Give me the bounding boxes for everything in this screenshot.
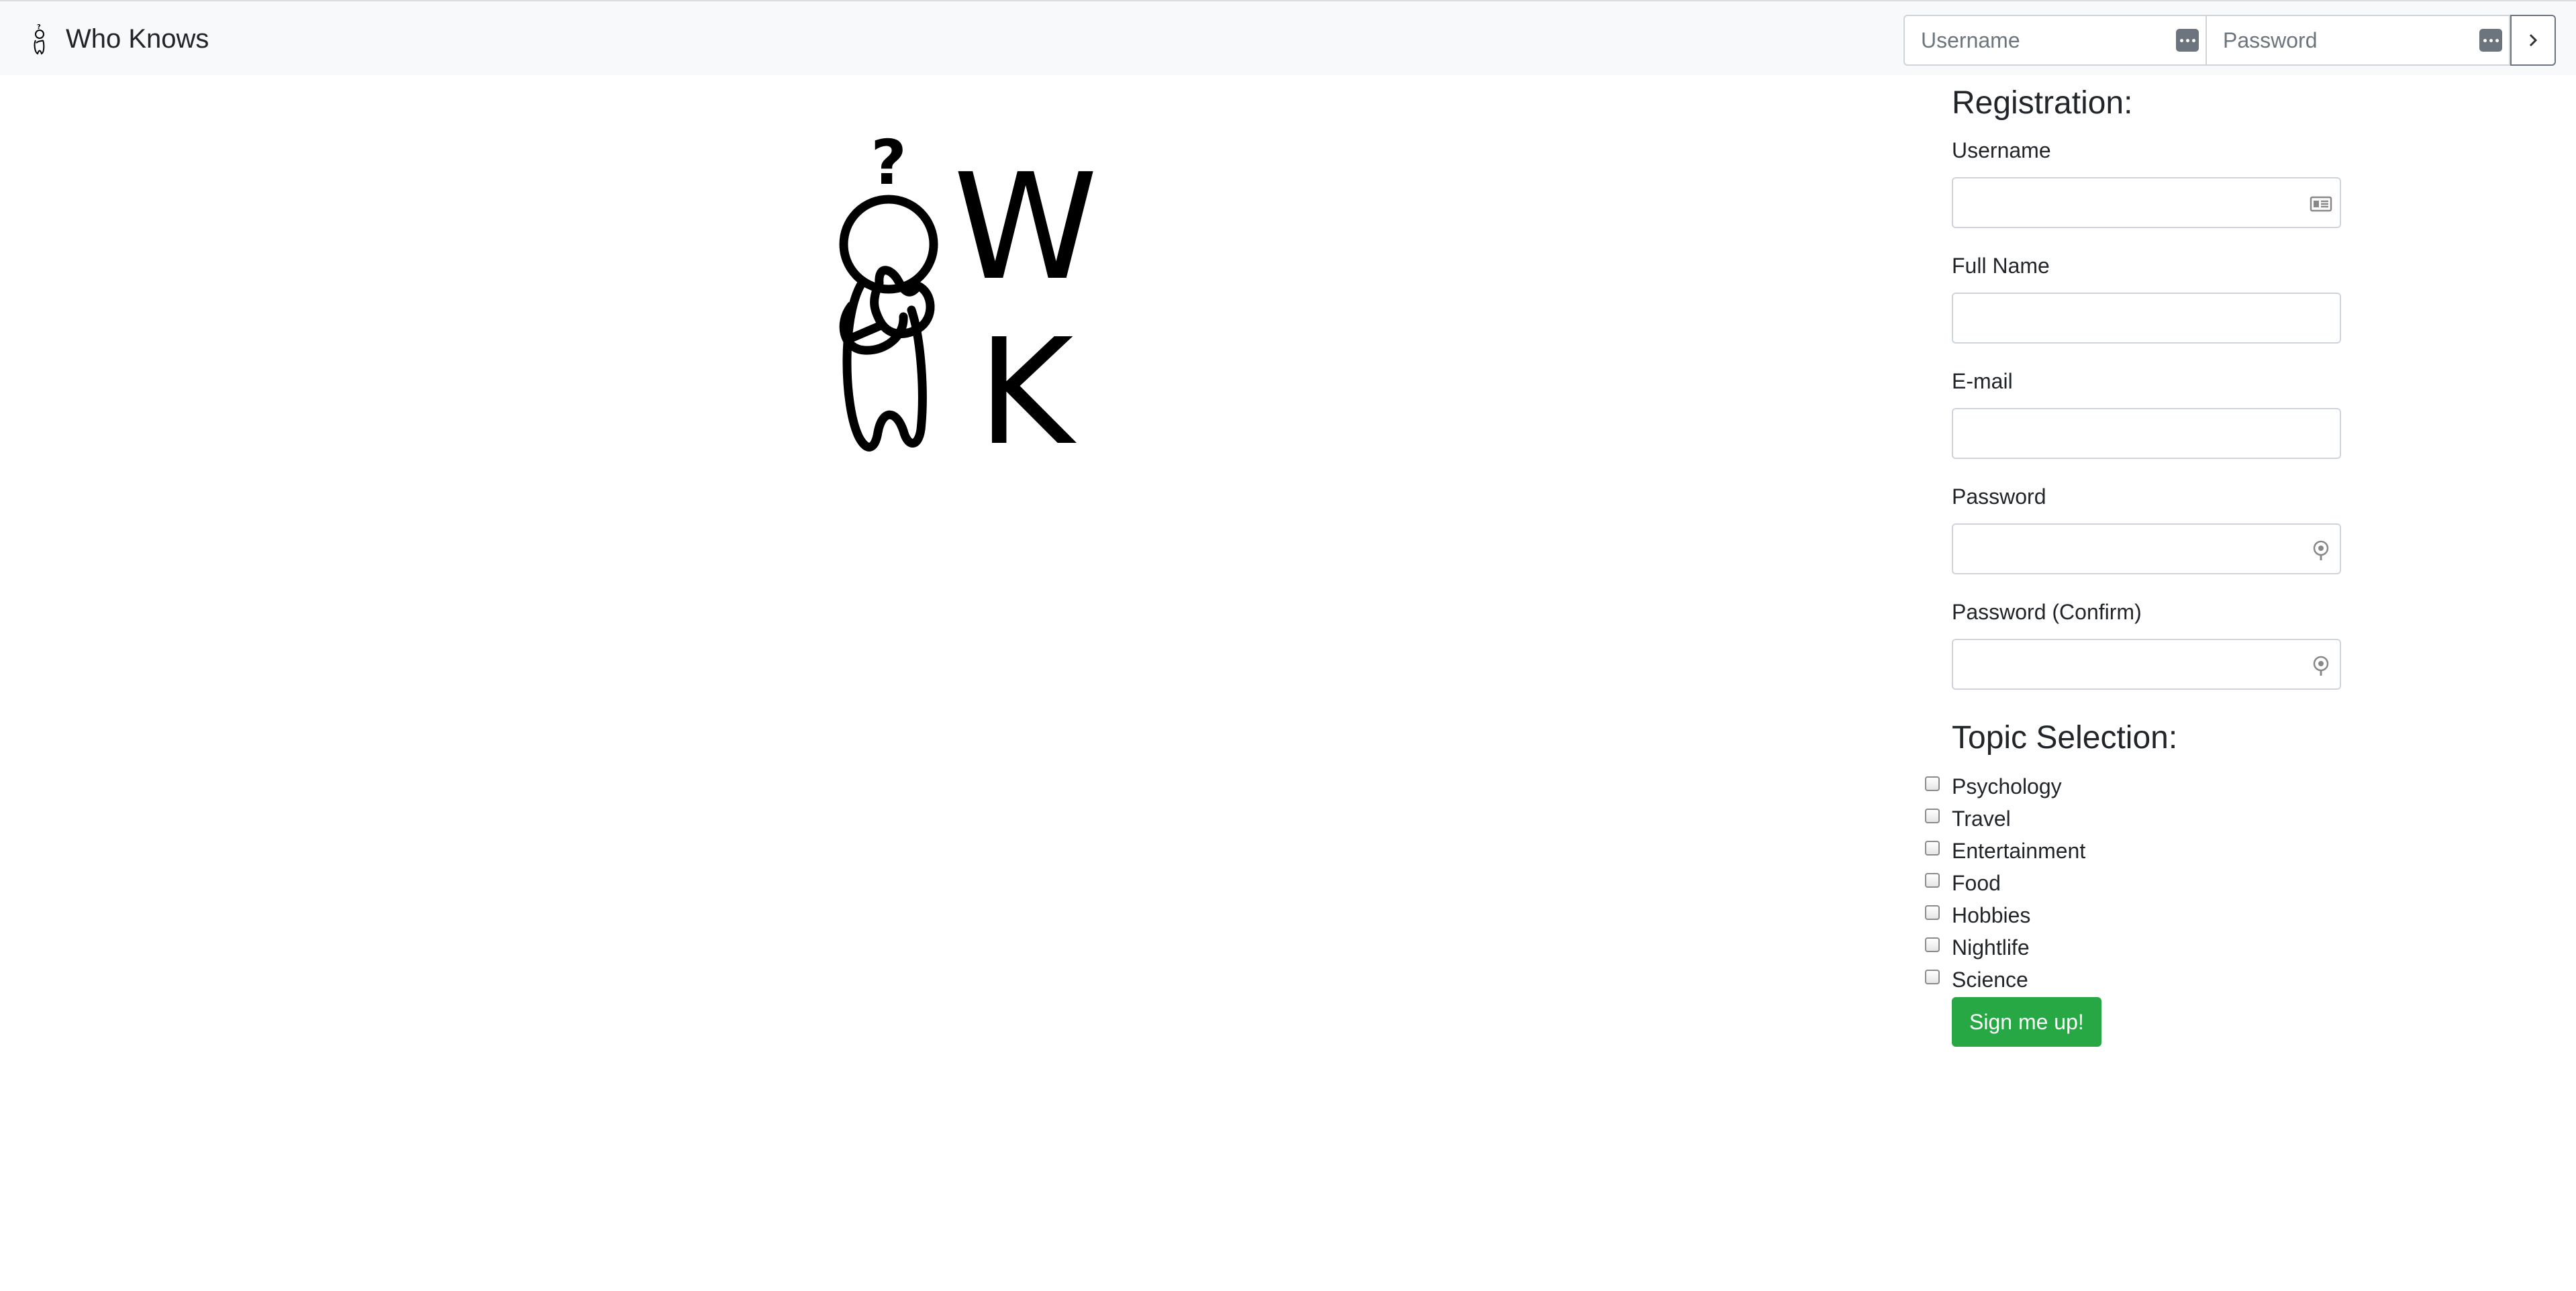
password-field — [1952, 523, 2341, 574]
topic-label: Hobbies — [1952, 903, 2031, 927]
login-username-input[interactable] — [1905, 16, 2206, 64]
full-name-input[interactable] — [1953, 294, 2340, 342]
password-manager-icon[interactable] — [2479, 29, 2502, 52]
question-mark: ? — [871, 137, 906, 199]
brand-link[interactable]: ? Who Knows — [30, 20, 209, 58]
chevron-right-icon — [2529, 34, 2538, 47]
username-input[interactable] — [1953, 178, 2340, 227]
topic-science[interactable]: Science — [1925, 964, 2341, 996]
login-password-input[interactable] — [2207, 16, 2509, 64]
topic-checkbox[interactable] — [1925, 905, 1940, 920]
topic-checkbox[interactable] — [1925, 776, 1940, 791]
who-knows-logo: ? W K — [839, 137, 1098, 459]
topic-label: Science — [1952, 968, 2028, 992]
password-label: Password — [1952, 484, 2046, 509]
topic-selection-title: Topic Selection: — [1952, 720, 2178, 756]
password-input[interactable] — [1953, 525, 2340, 573]
full-name-field — [1952, 293, 2341, 344]
username-label: Username — [1952, 138, 2051, 162]
topic-checkbox[interactable] — [1925, 970, 1940, 984]
topic-psychology[interactable]: Psychology — [1925, 770, 2341, 803]
full-name-label: Full Name — [1952, 254, 2050, 278]
registration-title: Registration: — [1952, 85, 2133, 121]
password-confirm-field — [1952, 639, 2341, 690]
topic-food[interactable]: Food — [1925, 867, 2341, 899]
navbar: ? Who Knows — [0, 0, 2576, 75]
password-manager-icon[interactable] — [2176, 29, 2199, 52]
logo-letter-k: K — [978, 308, 1077, 459]
thinking-person-icon — [839, 195, 938, 452]
topic-label: Psychology — [1952, 774, 2062, 798]
topic-label: Nightlife — [1952, 935, 2030, 960]
topic-checkbox[interactable] — [1925, 809, 1940, 823]
topic-entertainment[interactable]: Entertainment — [1925, 835, 2341, 867]
topic-travel[interactable]: Travel — [1925, 803, 2341, 835]
topic-checkbox[interactable] — [1925, 841, 1940, 856]
key-icon[interactable] — [2309, 654, 2333, 678]
logo-letter-w: W — [953, 143, 1098, 313]
contact-card-icon[interactable] — [2309, 192, 2333, 216]
thinking-person-icon: ? — [34, 23, 45, 55]
brand-name: Who Knows — [66, 24, 209, 54]
key-icon[interactable] — [2309, 538, 2333, 562]
sign-up-button[interactable]: Sign me up! — [1952, 997, 2101, 1047]
email-label: E-mail — [1952, 369, 2013, 393]
email-field — [1952, 408, 2341, 459]
topic-checkbox[interactable] — [1925, 937, 1940, 952]
login-form — [1903, 15, 2556, 66]
topic-label: Food — [1952, 871, 2001, 895]
login-password-field — [2207, 15, 2510, 66]
topic-checkbox[interactable] — [1925, 873, 1940, 888]
username-field — [1952, 177, 2341, 228]
password-confirm-input[interactable] — [1953, 640, 2340, 688]
topic-hobbies[interactable]: Hobbies — [1925, 899, 2341, 931]
topic-nightlife[interactable]: Nightlife — [1925, 931, 2341, 964]
topic-label: Entertainment — [1952, 839, 2086, 863]
email-input[interactable] — [1953, 409, 2340, 458]
login-submit-button[interactable] — [2510, 15, 2556, 66]
login-username-field — [1903, 15, 2207, 66]
topic-label: Travel — [1952, 807, 2011, 831]
password-confirm-label: Password (Confirm) — [1952, 600, 2142, 624]
